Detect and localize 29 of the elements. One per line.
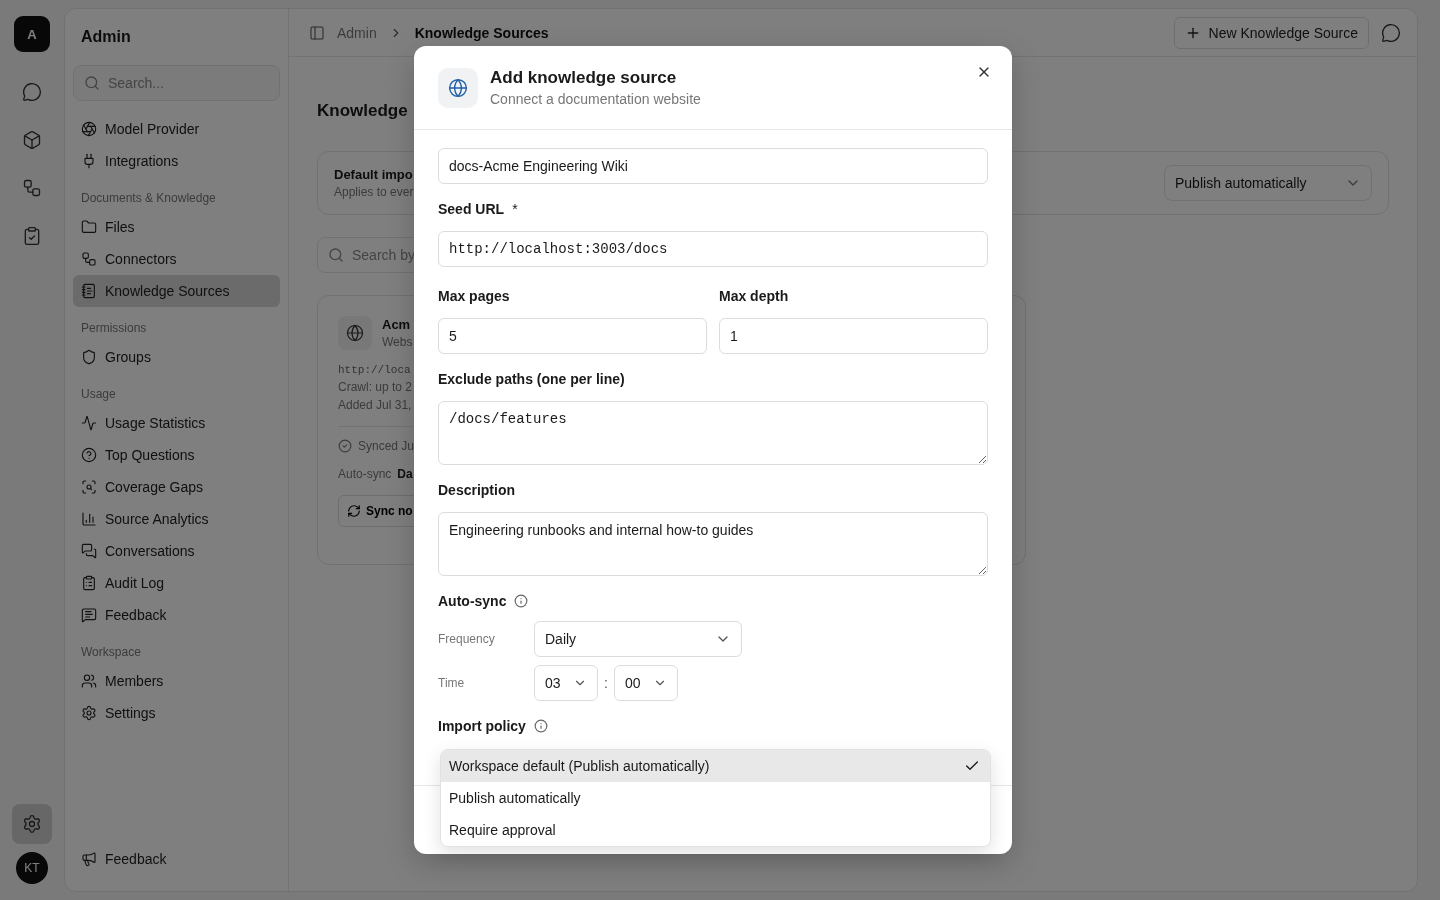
section-label: Usage: [80, 387, 117, 403]
card-subtitle: Applies to ever: [334, 185, 414, 199]
sync-status: Synced Ju: [358, 439, 415, 453]
field-label: Import policy: [438, 718, 526, 734]
card-title: Default impo: [334, 167, 413, 182]
crawl-info: Crawl: up to 2: [338, 380, 413, 394]
field-label: Max depth: [719, 287, 790, 306]
source-type: Webs: [382, 335, 413, 349]
time-label: Time: [438, 676, 466, 690]
section-label: Documents & Knowledge: [80, 191, 217, 207]
required-mark: *: [512, 201, 518, 217]
field-label: Max pages: [438, 287, 511, 306]
source-url: http://loca: [338, 364, 411, 376]
sidebar-title: Admin: [80, 27, 132, 47]
section-label: Permissions: [80, 321, 148, 337]
time-separator: :: [603, 675, 609, 691]
field-label: Seed URL: [438, 201, 505, 217]
frequency-label: Frequency: [438, 632, 496, 646]
breadcrumb-item: Knowledge Sources: [414, 24, 549, 41]
autosync-label: Auto-sync: [338, 467, 392, 481]
source-name: Acm: [382, 317, 411, 332]
modal-title: Add knowledge source: [490, 68, 678, 88]
field-label: Exclude paths (one per line): [438, 370, 626, 389]
page-heading: Knowledge: [317, 101, 408, 122]
autosync-value: Da: [397, 467, 413, 481]
section-label: Workspace: [80, 645, 142, 661]
added-date: Added Jul 31,: [338, 398, 412, 412]
field-label: Auto-sync: [438, 593, 507, 609]
modal-subtitle: Connect a documentation website: [490, 91, 701, 107]
